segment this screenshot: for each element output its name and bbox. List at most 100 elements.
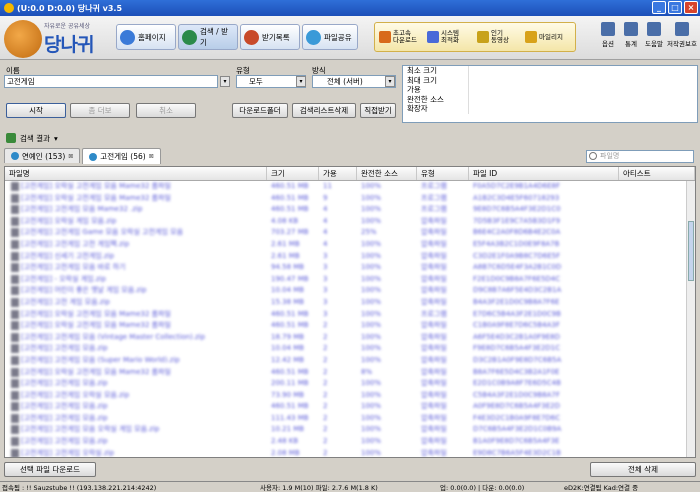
table-row[interactable]: [고전게임] 오락실 고전게임 모음 Mame32 롬파일 460.51 MB 3 1… bbox=[5, 309, 695, 321]
col-file-id[interactable]: 파일 ID bbox=[469, 167, 619, 180]
table-row[interactable]: [고전게임] 고전게임 오락실 모음.zip 73.90 MB 2 100% 압축파일 C… bbox=[5, 390, 695, 402]
tab-celebrity[interactable]: 연예인 (153) ⊠ bbox=[4, 148, 81, 163]
table-row[interactable]: [고전게임] 고전게임 모음.zip 200.11 MB 2 100% 압축파일 E2D1… bbox=[5, 378, 695, 390]
table-row[interactable]: [고전게임] 고전게임 모음 (Vintage Master Collectio… bbox=[5, 332, 695, 344]
table-cell bbox=[619, 239, 695, 251]
table-cell: 프로그램 bbox=[421, 182, 447, 190]
max-size-row[interactable]: 최대 크기 bbox=[403, 75, 697, 85]
table-cell: A6F5E4D3C2B1A0F9E8D bbox=[473, 332, 561, 341]
table-row[interactable]: [고전게임] 오락실 고전게임 모음 Mame32 롬파일 460.51 MB 9 1… bbox=[5, 193, 695, 205]
download-selected-button[interactable]: 선택 파일 다운로드 bbox=[4, 462, 96, 477]
minimize-button[interactable]: _ bbox=[652, 1, 666, 14]
mileage-button[interactable]: 마일리지 bbox=[525, 25, 575, 49]
file-type-icon bbox=[11, 205, 19, 215]
table-row[interactable]: [고전게임] 오락실 게임 모음.zip 4.08 KB 4 100% 압축파일 7D5B… bbox=[5, 216, 695, 228]
table-row[interactable]: [고전게임] 고전게임 모음.zip 460.51 MB 2 100% 압축파일 A0F9… bbox=[5, 401, 695, 413]
status-bar: 접속됨 : !! Sauzstube !! (193.138.221.214:4… bbox=[0, 481, 700, 492]
table-row[interactable]: [고전게임] 고전 게임 모음.zip 15.38 MB 3 100% 압축파일 B4A3… bbox=[5, 297, 695, 309]
table-cell: 압축파일 bbox=[421, 344, 447, 353]
table-cell: 프로그램 bbox=[421, 193, 447, 202]
nav-share-button[interactable]: 파일공유 bbox=[302, 24, 358, 50]
options-icon bbox=[601, 22, 615, 36]
copyright-button[interactable]: 저작권보호 bbox=[666, 22, 698, 48]
results-menu-arrow-icon[interactable]: ▾ bbox=[54, 134, 58, 143]
table-row[interactable]: [고전게임] 고전게임 모음 오락실 게임 모음.zip 10.21 MB 2 100… bbox=[5, 424, 695, 436]
table-cell bbox=[619, 227, 695, 239]
table-cell: 2.61 MB bbox=[271, 251, 300, 260]
table-cell: 8% bbox=[361, 367, 373, 376]
table-cell: 압축파일 bbox=[421, 239, 447, 248]
method-select[interactable]: 전체 (서버) bbox=[312, 75, 396, 88]
system-optimize-button[interactable]: 시스템 최적화 bbox=[427, 25, 473, 49]
table-row[interactable]: [고전게임] 오락실 고전게임 모음 Mame32 롬파일 460.51 MB 2 1… bbox=[5, 320, 695, 332]
help-button[interactable]: 도움말 bbox=[643, 22, 665, 48]
delete-search-list-button[interactable]: 검색리스트삭제 bbox=[292, 103, 356, 118]
method-dropdown-arrow[interactable]: ▾ bbox=[385, 76, 395, 87]
col-availability[interactable]: 가용 bbox=[319, 167, 357, 180]
vertical-scrollbar[interactable] bbox=[686, 181, 695, 457]
table-row[interactable]: [고전게임] - 오락실 게임.zip 190.47 MB 3 100% 압축파일 F2E… bbox=[5, 274, 695, 286]
tab-close-icon[interactable]: ⊠ bbox=[68, 153, 73, 160]
min-size-row[interactable]: 최소 크기 bbox=[403, 66, 697, 76]
table-cell: 압축파일 bbox=[421, 367, 447, 376]
name-history-dropdown[interactable]: ▾ bbox=[220, 76, 230, 87]
delete-all-button[interactable]: 전체 삭제 bbox=[590, 462, 696, 477]
direct-download-button[interactable]: 직접받기 bbox=[360, 103, 396, 118]
search-form: 이름 고전게임 ▾ 유형 모두 ▾ 방식 전체 (서버) ▾ 시작 좀 더보 취… bbox=[0, 61, 700, 127]
table-cell: C3D2E1F0A9B8C7D6E5F bbox=[473, 251, 561, 260]
nav-search-button[interactable]: 검색 / 받기 bbox=[178, 24, 238, 50]
tab-close-icon[interactable]: ⊠ bbox=[149, 153, 154, 160]
col-size[interactable]: 크기 bbox=[267, 167, 319, 180]
file-type-icon bbox=[11, 321, 19, 331]
table-cell: 100% bbox=[361, 437, 382, 446]
table-cell: 2 bbox=[323, 402, 328, 411]
table-cell bbox=[619, 332, 695, 344]
search-icon bbox=[589, 152, 597, 160]
col-artist[interactable]: 아티스트 bbox=[619, 167, 695, 180]
col-complete-source[interactable]: 완전한 소스 bbox=[357, 167, 417, 180]
table-row[interactable]: [고전게임] 고전게임 모음 바로 하기 94.58 MB 3 100% 압축파일 A8B… bbox=[5, 262, 695, 274]
fast-download-button[interactable]: 초고속 다운로드 bbox=[379, 25, 423, 49]
options-button[interactable]: 옵션 bbox=[597, 22, 619, 48]
table-row[interactable]: [고전게임] 고전게임 모음.zip 111.43 MB 2 100% 압축파일 F4E3… bbox=[5, 413, 695, 425]
complete-source-row[interactable]: 완전한 소스 bbox=[403, 94, 697, 104]
maximize-button[interactable]: □ bbox=[668, 1, 682, 14]
table-row[interactable]: [고전게임] 오락실 고전게임 모음 Mame32 롬파일 460.51 MB 2 8… bbox=[5, 367, 695, 379]
table-row[interactable]: [고전게임] 고전게임 고전 게임팩.zip 2.61 MB 4 100% 압축파일 E5… bbox=[5, 239, 695, 251]
cancel-button[interactable]: 취소 bbox=[136, 103, 196, 118]
table-row[interactable]: [고전게임] 어린이 좋은 옛날 게임 모음.zip 10.04 MB 3 100% 압… bbox=[5, 285, 695, 297]
table-cell: 압축파일 bbox=[421, 297, 447, 306]
extension-row[interactable]: 확장자 bbox=[403, 104, 697, 114]
col-filename[interactable]: 파일명 bbox=[5, 167, 267, 180]
more-button[interactable]: 좀 더보 bbox=[70, 103, 130, 118]
download-folder-button[interactable]: 다운로드폴더 bbox=[232, 103, 288, 118]
table-row[interactable]: [고전게임] 고전게임 모음 Mame32 .zip 460.51 MB 4 100%… bbox=[5, 204, 695, 216]
col-type[interactable]: 유형 bbox=[417, 167, 469, 180]
table-row[interactable]: [고전게임] 오락실 고전게임 모음 Mame32 롬파일 460.51 MB 11… bbox=[5, 181, 695, 193]
table-row[interactable]: [고전게임] 고전게임 오락실.zip 2.08 MB 2 100% 압축파일 E9D8C… bbox=[5, 448, 695, 457]
coin-icon bbox=[525, 31, 537, 43]
table-row[interactable]: [고전게임] 고전게임 모음 (Super Mario World).zip 12… bbox=[5, 355, 695, 367]
table-cell: 11 bbox=[323, 182, 332, 190]
table-cell: [고전게임] 고전게임 모음.zip bbox=[5, 401, 267, 413]
type-dropdown-arrow[interactable]: ▾ bbox=[296, 76, 306, 87]
table-row[interactable]: [고전게임] 고전게임 Game 모음 오락실 고전게임 모음 703.27 MB… bbox=[5, 227, 695, 239]
start-button[interactable]: 시작 bbox=[6, 103, 66, 118]
window-title: (U:0.0 D:0.0) 당나귀 v3.5 bbox=[17, 3, 123, 13]
table-row[interactable]: [고전게임] 신세기 고전게임.zip 2.61 MB 3 100% 압축파일 C3D2E… bbox=[5, 251, 695, 263]
popular-video-button[interactable]: 인기 동영상 bbox=[477, 25, 521, 49]
scroll-thumb[interactable] bbox=[688, 221, 694, 281]
file-type-icon bbox=[11, 182, 19, 191]
table-row[interactable]: [고전게임] 고전게임 모음.zip 10.04 MB 2 100% 압축파일 F9E8D… bbox=[5, 343, 695, 355]
name-input[interactable]: 고전게임 bbox=[4, 75, 218, 88]
filter-input[interactable]: 파일명 bbox=[586, 150, 694, 163]
stats-button[interactable]: 통계 bbox=[620, 22, 642, 48]
availability-row[interactable]: 가용 bbox=[403, 85, 697, 95]
tab-classic-game[interactable]: 고전게임 (56) ⊠ bbox=[82, 148, 161, 164]
table-cell: 9E8D7C6B5A4F3E2D1C0 bbox=[473, 205, 561, 214]
table-cell: D9C8B7A6F5E4D3C2B1A bbox=[473, 286, 562, 295]
nav-home-button[interactable]: 홈페이지 bbox=[116, 24, 176, 50]
nav-downloads-button[interactable]: 받기목록 bbox=[240, 24, 300, 50]
close-button[interactable]: × bbox=[684, 1, 698, 14]
table-row[interactable]: [고전게임] 고전게임 모음.zip 2.48 KB 2 100% 압축파일 B1A0F9… bbox=[5, 436, 695, 448]
